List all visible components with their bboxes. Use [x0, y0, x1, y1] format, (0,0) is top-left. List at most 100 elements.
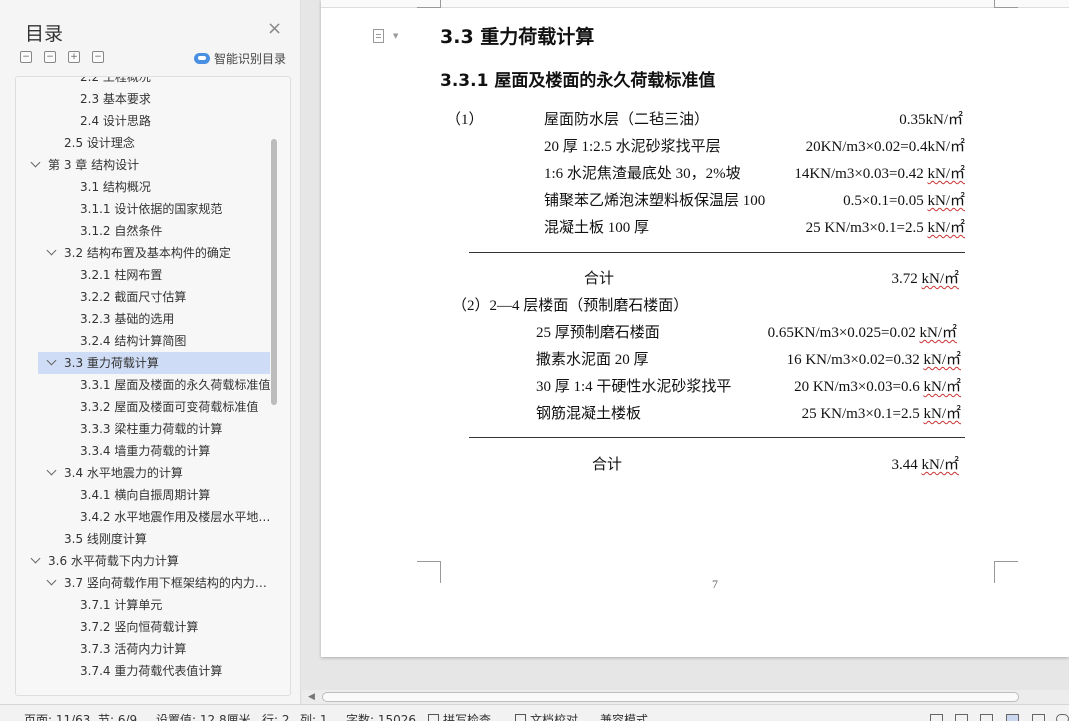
- unit-text: kN/㎡: [923, 379, 961, 395]
- web-view-icon[interactable]: [1056, 714, 1069, 721]
- toc-item-label: 2.3 基本要求: [80, 92, 151, 106]
- chevron-down-icon[interactable]: [46, 575, 57, 586]
- toc-item[interactable]: 3.4.2 水平地震作用及楼层水平地震剪力计算: [16, 506, 274, 528]
- roof-total-value: 3.72 kN/㎡: [891, 271, 959, 287]
- chevron-down-icon[interactable]: [30, 553, 41, 564]
- toc-item[interactable]: 第 3 章 结构设计: [16, 154, 274, 176]
- toc-item[interactable]: 3.7.4 重力荷载代表值计算: [16, 660, 274, 682]
- toc-item-label: 3.3.3 梁柱重力荷载的计算: [80, 422, 223, 436]
- toc-item-label: 3.4 水平地震力的计算: [64, 466, 183, 480]
- toc-item-label: 2.2 工程概况: [80, 76, 151, 84]
- toc-item-label: 3.1 结构概况: [80, 180, 151, 194]
- toc-item[interactable]: 3.2.4 结构计算简图: [16, 330, 274, 352]
- chevron-down-icon[interactable]: [30, 157, 41, 168]
- toc-item[interactable]: 3.1 结构概况: [16, 176, 274, 198]
- toc-item[interactable]: 3.1.1 设计依据的国家规范: [16, 198, 274, 220]
- toc-item[interactable]: 3.7.2 竖向恒荷载计算: [16, 616, 274, 638]
- toc-item[interactable]: 3.3.4 墙重力荷载的计算: [16, 440, 274, 462]
- unit-text: kN/㎡: [927, 166, 965, 182]
- read-mode-icon[interactable]: [955, 714, 968, 721]
- spell-check-toggle[interactable]: 拼写检查: [428, 713, 491, 721]
- roof-row-name: 混凝土板 100 厚: [544, 220, 650, 236]
- unit-text: kN/㎡: [927, 220, 965, 236]
- toc-item[interactable]: 3.7 竖向荷载作用下框架结构的内力计算: [16, 572, 274, 594]
- roof-row-name: 铺聚苯乙烯泡沫塑料板保温层 100: [544, 193, 766, 209]
- unit-text: kN/㎡: [923, 352, 961, 368]
- roof-row-calc: 0.35kN/㎡: [899, 112, 963, 128]
- toc-item[interactable]: 2.5 设计理念: [16, 132, 274, 154]
- unit-text: kN/㎡: [921, 457, 959, 473]
- toc-item[interactable]: 3.3.3 梁柱重力荷载的计算: [16, 418, 274, 440]
- toc-item[interactable]: 3.3.1 屋面及楼面的永久荷载标准值: [16, 374, 274, 396]
- edit-icon[interactable]: [980, 714, 993, 721]
- toc-item[interactable]: 3.7.3 活荷内力计算: [16, 638, 274, 660]
- toc-item[interactable]: 3.3.2 屋面及楼面可变荷载标准值: [16, 396, 274, 418]
- toc-item[interactable]: 3.2.2 截面尺寸估算: [16, 286, 274, 308]
- roof-row-calc: 25 KN/m3×0.1=2.5 kN/㎡: [805, 220, 965, 236]
- roof-row-name: 20 厚 1:2.5 水泥砂浆找平层: [544, 139, 721, 155]
- toc-item-label: 3.3.2 屋面及楼面可变荷载标准值: [80, 400, 259, 414]
- toc-item[interactable]: 2.2 工程概况: [16, 76, 274, 88]
- floor-row-calc: 25 KN/m3×0.1=2.5 kN/㎡: [801, 406, 961, 422]
- doc-check-toggle[interactable]: 文档校对: [515, 713, 578, 721]
- toc-item[interactable]: 2.3 基本要求: [16, 88, 274, 110]
- check-icon: [428, 714, 439, 721]
- toc-item[interactable]: 3.2 结构布置及基本构件的确定: [16, 242, 274, 264]
- toc-item-label: 3.4.2 水平地震作用及楼层水平地震剪力计算: [80, 510, 274, 524]
- toc-item[interactable]: 3.3 重力荷载计算: [38, 352, 270, 374]
- toc-item[interactable]: 2.4 设计思路: [16, 110, 274, 132]
- page-view-icon[interactable]: [1006, 714, 1019, 721]
- toc-item[interactable]: 3.2.3 基础的选用: [16, 308, 274, 330]
- expand-icon[interactable]: +: [68, 51, 80, 63]
- toc-item[interactable]: 3.5 线刚度计算: [16, 528, 274, 550]
- outline-view-icon[interactable]: [1032, 714, 1045, 721]
- toc-item[interactable]: 3.6 水平荷载下内力计算: [16, 550, 274, 572]
- toc-item-label: 3.2.2 截面尺寸估算: [80, 290, 187, 304]
- chevron-down-icon[interactable]: ▼: [393, 32, 398, 40]
- toc-item-label: 3.2 结构布置及基本构件的确定: [64, 246, 231, 260]
- unit-text: kN/㎡: [921, 271, 959, 287]
- status-page[interactable]: 页面: 11/63: [24, 713, 90, 721]
- close-icon[interactable]: ×: [267, 20, 282, 38]
- status-position: 设置值: 12.8厘米: [156, 713, 251, 721]
- status-row: 行: 2: [262, 713, 290, 721]
- toc-item-label: 2.4 设计思路: [80, 114, 151, 128]
- collapse-all-icon[interactable]: −: [20, 51, 32, 63]
- toc-item-label: 3.3.4 墙重力荷载的计算: [80, 444, 211, 458]
- section2-label: （2）2—4 层楼面（预制磨石楼面）: [452, 298, 689, 314]
- roof-row-calc: 14KN/m3×0.03=0.42 kN/㎡: [794, 166, 965, 182]
- collapse-icon[interactable]: −: [44, 51, 56, 63]
- smart-toc-button[interactable]: 智能识别目录: [194, 50, 286, 67]
- scroll-left-icon[interactable]: ◀: [308, 692, 315, 702]
- floor-total-label: 合计: [592, 457, 623, 473]
- toc-item[interactable]: 3.7.1 计算单元: [16, 594, 274, 616]
- chevron-down-icon[interactable]: [46, 245, 57, 256]
- toc-item[interactable]: 3.2.1 柱网布置: [16, 264, 274, 286]
- toc-item-label: 3.6 水平荷载下内力计算: [48, 554, 179, 568]
- toc-item[interactable]: 3.4.1 横向自振周期计算: [16, 484, 274, 506]
- roof-total-label: 合计: [584, 271, 615, 287]
- floor-row-name: 撒素水泥面 20 厚: [536, 352, 649, 368]
- expand-all-icon[interactable]: −: [92, 51, 104, 63]
- smart-toc-label: 智能识别目录: [214, 52, 287, 66]
- toc-item-label: 3.7.3 活荷内力计算: [80, 642, 187, 656]
- toc-list-container: 2.2 工程概况 2.3 基本要求 2.4 设计思路 2.5 设计理念第 3 章 结构…: [15, 76, 291, 696]
- toc-item-label: 3.2.3 基础的选用: [80, 312, 175, 326]
- toc-item[interactable]: 3.4 水平地震力的计算: [16, 462, 274, 484]
- document-icon[interactable]: [373, 29, 384, 43]
- status-section: 节: 6/9: [98, 713, 138, 721]
- fullscreen-icon[interactable]: [930, 714, 943, 721]
- toc-item-label: 3.1.1 设计依据的国家规范: [80, 202, 223, 216]
- toc-item-label: 3.2.1 柱网布置: [80, 268, 163, 282]
- toc-item[interactable]: 3.1.2 自然条件: [16, 220, 274, 242]
- toc-scrollbar[interactable]: [271, 139, 277, 405]
- status-words[interactable]: 字数: 15026: [346, 713, 416, 721]
- chevron-down-icon[interactable]: [46, 465, 57, 476]
- chevron-down-icon[interactable]: [46, 355, 57, 366]
- unit-text: kN/㎡: [927, 193, 965, 209]
- horizontal-scrollbar[interactable]: ◀: [302, 690, 1069, 704]
- toc-item-label: 第 3 章 结构设计: [48, 158, 140, 172]
- scrollbar-thumb[interactable]: [322, 692, 1019, 702]
- compat-mode-label: 兼容模式: [600, 713, 649, 721]
- subsection-heading: 3.3.1 屋面及楼面的永久荷载标准值: [440, 71, 716, 91]
